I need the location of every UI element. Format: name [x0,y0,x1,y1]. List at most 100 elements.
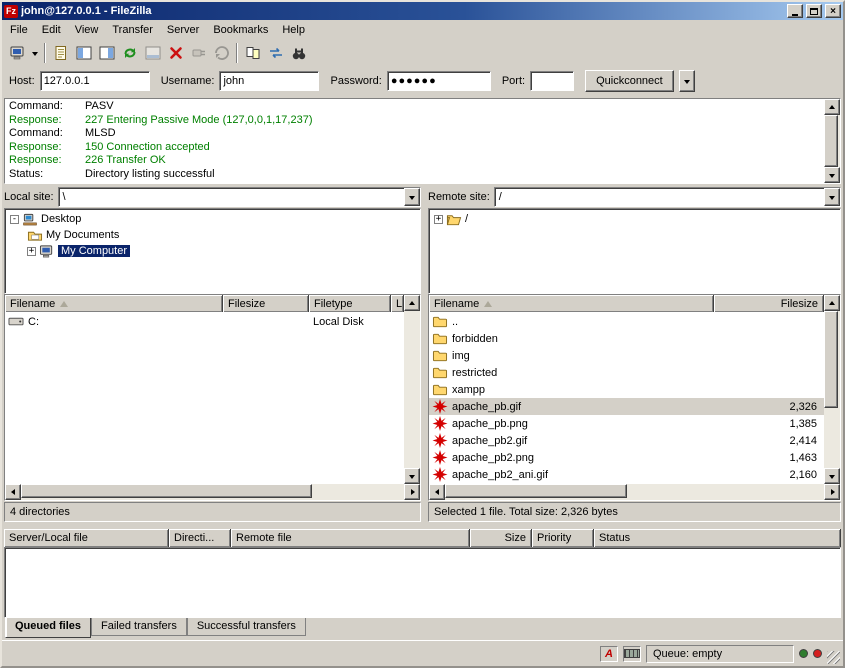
file-row[interactable]: apache_pb2_ani.gif2,160 [429,466,824,483]
keyboard-icon[interactable] [623,646,641,662]
column-header-direction[interactable]: Directi... [169,529,231,547]
window-title: john@127.0.0.1 - FileZilla [21,5,784,17]
column-header-filename[interactable]: Filename [429,295,714,312]
file-row[interactable]: apache_pb.png1,385 [429,415,824,432]
toggle-remote-tree-icon[interactable] [95,42,118,64]
host-input[interactable] [40,71,150,91]
file-row-selected[interactable]: apache_pb.gif2,326 [429,398,824,415]
column-header-remote-file[interactable]: Remote file [231,529,470,547]
scroll-track[interactable] [21,484,404,500]
scroll-up-button[interactable] [824,99,840,115]
quickconnect-dropdown-button[interactable] [679,70,695,92]
menu-edit[interactable]: Edit [35,21,68,39]
scroll-up-button[interactable] [404,295,420,311]
file-row[interactable]: img [429,347,824,364]
column-header-filename[interactable]: Filename [5,295,223,312]
remote-site-value: / [495,188,824,206]
file-row[interactable]: restricted [429,364,824,381]
local-list-vscrollbar[interactable] [404,295,420,484]
local-site-combo[interactable]: \ [58,187,421,207]
column-header-status[interactable]: Status [594,529,841,547]
queue-body[interactable] [4,547,841,618]
scroll-down-button[interactable] [824,468,840,484]
remote-list-hscrollbar[interactable] [429,484,840,500]
column-header-filesize[interactable]: Filesize [714,295,824,312]
port-input[interactable] [530,71,574,91]
expand-box-icon[interactable]: + [434,215,443,224]
remote-site-combo[interactable]: / [494,187,841,207]
file-row[interactable]: apache_pb2.png1,463 [429,449,824,466]
column-header-filetype[interactable]: Filetype [309,295,391,312]
minimize-button[interactable] [787,4,803,18]
scroll-thumb[interactable] [824,115,838,167]
column-header-partial[interactable]: L [391,295,404,312]
password-input[interactable] [387,71,491,91]
transfer-type-icon[interactable]: A [600,646,618,662]
scroll-thumb[interactable] [21,484,312,498]
scroll-right-button[interactable] [404,484,420,500]
tree-item-my-computer[interactable]: + My Computer [22,243,420,259]
find-files-icon[interactable] [287,42,310,64]
scroll-thumb[interactable] [824,311,838,408]
tree-item-desktop[interactable]: - Desktop [5,211,420,227]
scroll-left-button[interactable] [5,484,21,500]
username-input[interactable] [219,71,319,91]
quickconnect-button[interactable]: Quickconnect [585,70,674,92]
file-row[interactable]: forbidden [429,330,824,347]
scroll-track[interactable] [445,484,824,500]
resize-grip[interactable] [827,651,840,664]
close-button[interactable]: × [825,4,841,18]
local-list-hscrollbar[interactable] [5,484,420,500]
combo-dropdown-button[interactable] [404,188,420,206]
reconnect-icon[interactable] [210,42,233,64]
collapse-box-icon[interactable]: - [10,215,19,224]
remote-list-vscrollbar[interactable] [824,295,840,484]
file-row[interactable]: apache_pb2.gif2,414 [429,432,824,449]
message-log: Command:PASV Response:227 Entering Passi… [4,98,841,184]
scroll-down-button[interactable] [824,167,840,183]
tab-successful-transfers[interactable]: Successful transfers [187,618,306,636]
tree-item-label: Desktop [41,213,81,225]
file-row[interactable]: .. [429,313,824,330]
site-manager-dropdown-icon[interactable] [29,42,41,64]
scroll-right-button[interactable] [824,484,840,500]
scroll-track[interactable] [824,311,840,468]
process-queue-icon[interactable] [141,42,164,64]
combo-dropdown-button[interactable] [824,188,840,206]
maximize-button[interactable] [806,4,822,18]
toggle-local-tree-icon[interactable] [72,42,95,64]
directory-compare-icon[interactable] [241,42,264,64]
scroll-left-button[interactable] [429,484,445,500]
tree-item-root[interactable]: + / [429,211,840,227]
menu-server[interactable]: Server [160,21,206,39]
file-row[interactable]: C: Local Disk [5,313,404,330]
disconnect-icon[interactable] [187,42,210,64]
expand-box-icon[interactable]: + [27,247,36,256]
scroll-track[interactable] [404,311,420,468]
scroll-up-button[interactable] [824,295,840,311]
synchronized-browsing-icon[interactable] [264,42,287,64]
scroll-track[interactable] [824,115,840,167]
scroll-down-button[interactable] [404,468,420,484]
site-manager-icon[interactable] [6,42,29,64]
column-header-priority[interactable]: Priority [532,529,594,547]
menu-bookmarks[interactable]: Bookmarks [206,21,275,39]
column-header-server-local-file[interactable]: Server/Local file [4,529,169,547]
refresh-icon[interactable] [118,42,141,64]
menu-file[interactable]: File [3,21,35,39]
tab-queued-files[interactable]: Queued files [5,618,91,638]
tree-item-my-documents[interactable]: My Documents [22,227,420,243]
log-scrollbar[interactable] [824,99,840,183]
column-header-size[interactable]: Size [470,529,532,547]
column-header-filesize[interactable]: Filesize [223,295,309,312]
log-line: Status:Directory listing successful [9,168,820,182]
cancel-icon[interactable] [164,42,187,64]
menu-transfer[interactable]: Transfer [105,21,160,39]
toggle-message-log-icon[interactable] [49,42,72,64]
menu-help[interactable]: Help [275,21,312,39]
file-row[interactable]: xampp [429,381,824,398]
tab-failed-transfers[interactable]: Failed transfers [91,618,187,636]
titlebar[interactable]: Fz john@127.0.0.1 - FileZilla × [2,2,843,20]
menu-view[interactable]: View [68,21,106,39]
scroll-thumb[interactable] [445,484,627,498]
